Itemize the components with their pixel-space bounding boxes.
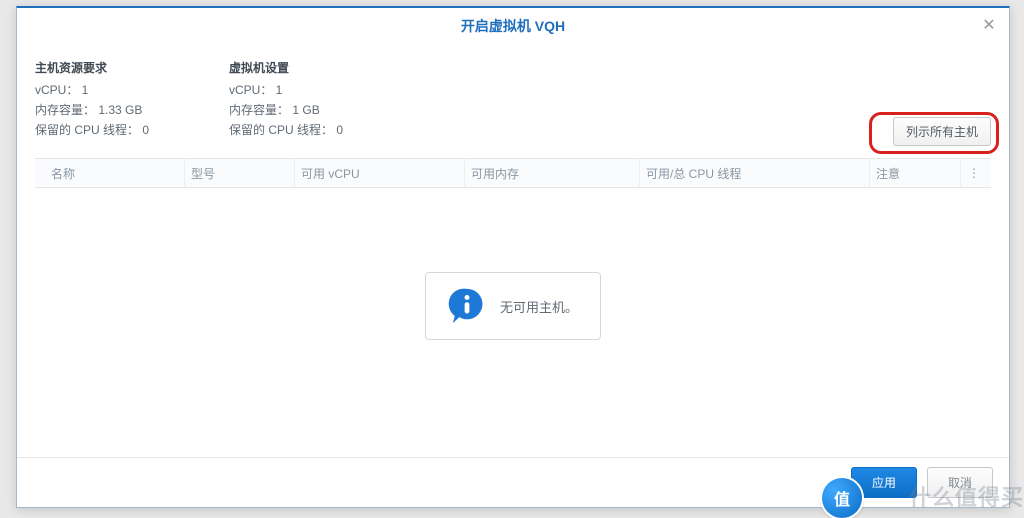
host-req-vcpu: vCPU： 1	[35, 80, 149, 100]
dialog-titlebar: 开启虚拟机 VQH ✕	[17, 8, 1009, 44]
dialog-start-vm: 开启虚拟机 VQH ✕ 主机资源要求 vCPU： 1 内存容量： 1.33 GB…	[16, 6, 1010, 508]
col-note[interactable]: 注意	[870, 159, 961, 187]
vm-set-threads: 保留的 CPU 线程： 0	[229, 120, 343, 140]
host-requirements-block: 主机资源要求 vCPU： 1 内存容量： 1.33 GB 保留的 CPU 线程：…	[35, 58, 149, 140]
close-icon[interactable]: ✕	[979, 16, 999, 36]
col-cpu-threads[interactable]: 可用/总 CPU 线程	[640, 159, 870, 187]
column-menu-icon[interactable]: ⋮	[961, 159, 981, 187]
cancel-button[interactable]: 取消	[927, 467, 993, 498]
host-table-body: 无可用主机。	[35, 188, 991, 457]
empty-message: 无可用主机。	[500, 297, 578, 316]
specs-row: 主机资源要求 vCPU： 1 内存容量： 1.33 GB 保留的 CPU 线程：…	[35, 58, 991, 140]
host-table-header: 名称 型号 可用 vCPU 可用内存 可用/总 CPU 线程 注意 ⋮	[35, 158, 991, 188]
col-name[interactable]: 名称	[45, 159, 185, 187]
host-req-memory: 内存容量： 1.33 GB	[35, 100, 149, 120]
dialog-title: 开启虚拟机 VQH	[461, 16, 565, 36]
host-req-threads: 保留的 CPU 线程： 0	[35, 120, 149, 140]
vm-set-memory: 内存容量： 1 GB	[229, 100, 343, 120]
col-available-memory[interactable]: 可用内存	[465, 159, 640, 187]
vm-settings-block: 虚拟机设置 vCPU： 1 内存容量： 1 GB 保留的 CPU 线程： 0	[229, 58, 343, 140]
show-all-hosts-button[interactable]: 列示所有主机	[893, 117, 991, 146]
smzdm-badge-icon: 值	[822, 478, 862, 518]
empty-state: 无可用主机。	[425, 272, 601, 340]
info-icon	[448, 287, 486, 325]
vm-set-vcpu: vCPU： 1	[229, 80, 343, 100]
host-req-title: 主机资源要求	[35, 58, 149, 78]
col-available-vcpu[interactable]: 可用 vCPU	[295, 159, 465, 187]
vm-set-title: 虚拟机设置	[229, 58, 343, 78]
col-model[interactable]: 型号	[185, 159, 295, 187]
dialog-content: 主机资源要求 vCPU： 1 内存容量： 1.33 GB 保留的 CPU 线程：…	[17, 44, 1009, 457]
